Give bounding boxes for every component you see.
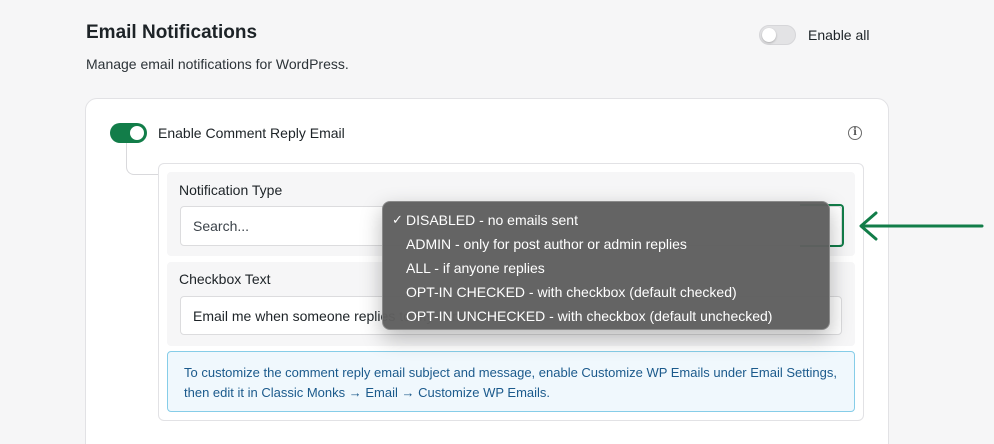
checkbox-text-label: Checkbox Text [179, 271, 271, 287]
option-label: ADMIN - only for post author or admin re… [406, 236, 687, 252]
notification-type-label: Notification Type [179, 182, 283, 198]
info-icon[interactable]: i [848, 126, 862, 140]
dropdown-option-all[interactable]: ALL - if anyone replies [383, 258, 829, 282]
option-label: OPT-IN CHECKED - with checkbox (default … [406, 284, 737, 300]
notification-type-dropdown: ✓ DISABLED - no emails sent ADMIN - only… [382, 201, 830, 330]
enable-all-label: Enable all [808, 27, 870, 43]
dropdown-option-disabled[interactable]: ✓ DISABLED - no emails sent [383, 210, 829, 234]
arrow-left-icon [859, 211, 984, 241]
toggle-knob [762, 28, 776, 42]
dropdown-option-admin[interactable]: ADMIN - only for post author or admin re… [383, 234, 829, 258]
page-description: Manage email notifications for WordPress… [86, 56, 349, 72]
comment-reply-toggle[interactable] [110, 123, 147, 143]
option-label: DISABLED - no emails sent [406, 212, 578, 228]
check-icon: ✓ [392, 212, 403, 227]
info-notice: To customize the comment reply email sub… [167, 351, 855, 412]
option-label: OPT-IN UNCHECKED - with checkbox (defaul… [406, 308, 773, 324]
enable-all-toggle[interactable] [759, 25, 796, 45]
dropdown-option-opt-in-unchecked[interactable]: OPT-IN UNCHECKED - with checkbox (defaul… [383, 306, 829, 330]
tree-connector [126, 143, 160, 175]
option-label: ALL - if anyone replies [406, 260, 545, 276]
page-title: Email Notifications [86, 22, 258, 43]
comment-reply-label: Enable Comment Reply Email [158, 125, 345, 141]
toggle-knob [130, 126, 144, 140]
dropdown-option-opt-in-checked[interactable]: OPT-IN CHECKED - with checkbox (default … [383, 282, 829, 306]
